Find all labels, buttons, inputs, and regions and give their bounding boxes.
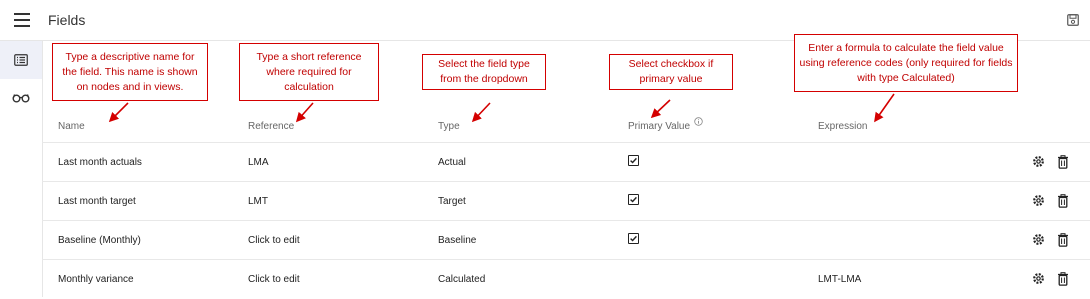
arrow-expression: [874, 93, 895, 123]
arrow-primary-value: [650, 99, 671, 119]
annotation-arrows: [108, 93, 895, 123]
arrow-type: [471, 102, 491, 123]
arrow-name: [108, 102, 129, 123]
arrow-reference: [295, 102, 314, 123]
